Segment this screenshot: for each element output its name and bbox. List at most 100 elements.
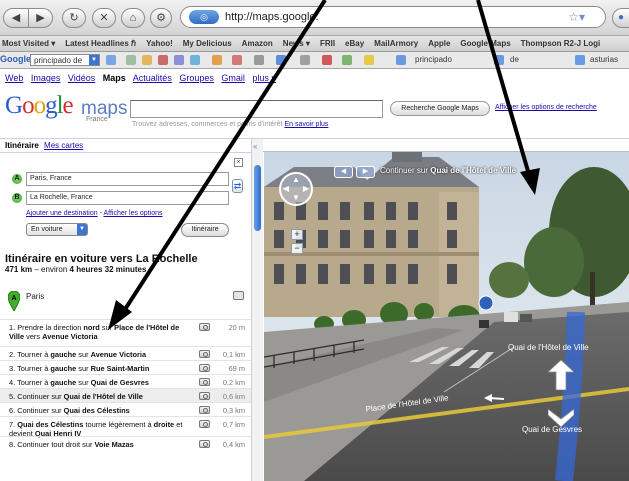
toolbar-send-icon[interactable] (342, 55, 352, 65)
origin-input[interactable]: Paris, France (26, 172, 229, 186)
back-button[interactable]: ◀ (3, 8, 29, 28)
toolbar-search-input[interactable]: principado de ▼ (30, 54, 100, 66)
pan-right-icon[interactable]: ▶ (301, 184, 311, 194)
toolbar-pen-icon[interactable] (364, 55, 374, 65)
site-identity-icon[interactable]: ◎ (189, 10, 219, 24)
street-view-prev-button[interactable]: ◀ (334, 166, 353, 178)
camera-icon[interactable] (199, 406, 210, 414)
toolbar-logo[interactable]: Google (0, 54, 31, 64)
pan-down-icon[interactable]: ▼ (291, 193, 301, 203)
bookmark-item[interactable]: Most Visited ▾ (2, 36, 55, 51)
toolbar-term-3[interactable]: asturias (590, 55, 618, 64)
direction-step[interactable]: 7. Quai des Célestins tourne légèrement … (0, 416, 251, 438)
nav-link-maps[interactable]: Maps (103, 73, 126, 83)
extension-button[interactable]: ⚙ (150, 8, 172, 28)
direction-step[interactable]: 5. Continuer sur Quai de l'Hôtel de Vill… (0, 388, 251, 402)
forward-button[interactable]: ▶ (29, 8, 53, 28)
nav-link-groups[interactable]: Groupes (179, 73, 214, 83)
search-engine-button[interactable]: ● (612, 8, 629, 28)
toolbar-bookmark-icon[interactable] (158, 55, 168, 65)
toolbar-search-icon[interactable] (126, 55, 136, 65)
toolbar-page-icon[interactable] (575, 55, 585, 65)
search-options-link[interactable]: Afficher les options de recherche (495, 104, 597, 111)
nav-link-images[interactable]: Images (31, 73, 61, 83)
toolbar-autofill-icon[interactable] (322, 55, 332, 65)
street-view-next-button[interactable]: ▶ (356, 166, 375, 178)
close-icon[interactable]: × (234, 158, 243, 167)
camera-icon[interactable] (199, 392, 210, 400)
bookmark-item[interactable]: Apple (428, 36, 450, 51)
nav-link-gmail[interactable]: Gmail (221, 73, 245, 83)
bookmark-item[interactable]: eBay (345, 36, 364, 51)
bookmark-item[interactable]: Thompson R2-J Logi (521, 36, 601, 51)
camera-icon[interactable] (199, 420, 210, 428)
home-button[interactable]: ⌂ (121, 8, 145, 28)
camera-icon[interactable] (199, 323, 210, 331)
camera-icon[interactable] (199, 440, 210, 448)
direction-step[interactable]: 6. Continuer sur Quai des Célestins 0,3 k… (0, 402, 251, 416)
url-bar[interactable]: ◎ http://maps.google. ☆▾ (180, 6, 606, 28)
toolbar-page-icon[interactable] (396, 55, 406, 65)
toolbar-translate-icon[interactable] (254, 55, 264, 65)
google-logo[interactable]: Google (5, 92, 74, 120)
travel-mode-select[interactable]: En voiture ▼ (26, 223, 88, 236)
zoom-out-button[interactable]: − (291, 243, 303, 254)
tab-itineraire[interactable]: Itinéraire (5, 141, 39, 150)
direction-step[interactable]: 3. Tourner à gauche sur Rue Saint-Martin… (0, 360, 251, 374)
show-options-link[interactable]: Afficher les options (103, 210, 162, 217)
zoom-in-button[interactable]: + (291, 229, 303, 240)
reverse-route-button[interactable]: ⇄ (232, 179, 243, 193)
collapse-panel-button[interactable]: « (253, 142, 257, 151)
bookmark-item[interactable]: MailArmory (374, 36, 418, 51)
toolbar-news-icon[interactable] (142, 55, 152, 65)
direction-step[interactable]: 1. Prendre la direction nord sur Place d… (0, 319, 251, 346)
camera-icon[interactable] (199, 364, 210, 372)
move-forward-arrow-icon[interactable] (548, 360, 574, 390)
chevron-down-icon[interactable]: ▼ (89, 55, 99, 65)
camera-icon[interactable] (233, 291, 244, 300)
camera-icon[interactable] (199, 350, 210, 358)
toolbar-spell-icon[interactable] (300, 55, 310, 65)
toolbar-popup-icon[interactable] (174, 55, 184, 65)
toolbar-share-icon[interactable] (190, 55, 200, 65)
nav-link-videos[interactable]: Vidéos (68, 73, 95, 83)
nav-link-news[interactable]: Actualités (133, 73, 172, 83)
bookmark-item[interactable]: Yahoo! (146, 36, 173, 51)
nav-link-web[interactable]: Web (5, 73, 23, 83)
move-back-arrow-icon[interactable] (548, 405, 574, 435)
bookmark-item[interactable]: Google Maps (460, 36, 510, 51)
maps-search-input[interactable] (130, 100, 383, 118)
url-text[interactable]: http://maps.google. (225, 11, 319, 23)
destination-input[interactable]: La Rochelle, France (26, 191, 229, 205)
toolbar-page-icon[interactable] (494, 55, 504, 65)
bookmark-star-icon[interactable]: ☆▾ (568, 10, 585, 24)
toolbar-highlight-icon[interactable] (212, 55, 222, 65)
street-view-compass[interactable]: ▲ ◀ ▶ ▼ (279, 172, 313, 206)
direction-step[interactable]: 2. Tourner à gauche sur Avenue Victoria 0… (0, 346, 251, 360)
toolbar-term-2[interactable]: de (510, 55, 519, 64)
add-destination-link[interactable]: Ajouter une destination (26, 210, 98, 217)
learn-more-link[interactable]: En savoir plus (284, 121, 328, 128)
pan-left-icon[interactable]: ◀ (281, 184, 291, 194)
road-label[interactable]: Quai de l'Hôtel de Ville (508, 343, 589, 352)
bookmark-item[interactable]: Amazon (242, 36, 273, 51)
bookmark-item[interactable]: My Delicious (183, 36, 232, 51)
toolbar-blog-icon[interactable] (232, 55, 242, 65)
panel-scrollbar[interactable] (251, 139, 263, 481)
maps-search-button[interactable]: Recherche Google Maps (390, 101, 490, 116)
bookmark-item[interactable]: FRII (320, 36, 335, 51)
tab-mes-cartes[interactable]: Mes cartes (44, 141, 83, 150)
direction-step[interactable]: 4. Tourner à gauche sur Quai de Gesvres 0… (0, 374, 251, 388)
bookmark-item[interactable]: News ▾ (283, 36, 310, 51)
nav-link-more[interactable]: plus ▾ (252, 73, 276, 83)
get-directions-button[interactable]: Itinéraire (181, 223, 229, 237)
reload-button[interactable]: ↻ (62, 8, 86, 28)
scrollbar-thumb[interactable] (254, 165, 261, 231)
direction-step[interactable]: 8. Continuer tout droit sur Voie Mazas 0,… (0, 436, 251, 450)
toolbar-term-1[interactable]: principado (415, 55, 452, 64)
toolbar-g-icon[interactable] (106, 55, 116, 65)
pan-up-icon[interactable]: ▲ (291, 175, 301, 185)
camera-icon[interactable] (199, 378, 210, 386)
toolbar-star-icon[interactable] (276, 55, 286, 65)
bookmark-item[interactable]: Latest Headlines ℏ (65, 36, 136, 51)
